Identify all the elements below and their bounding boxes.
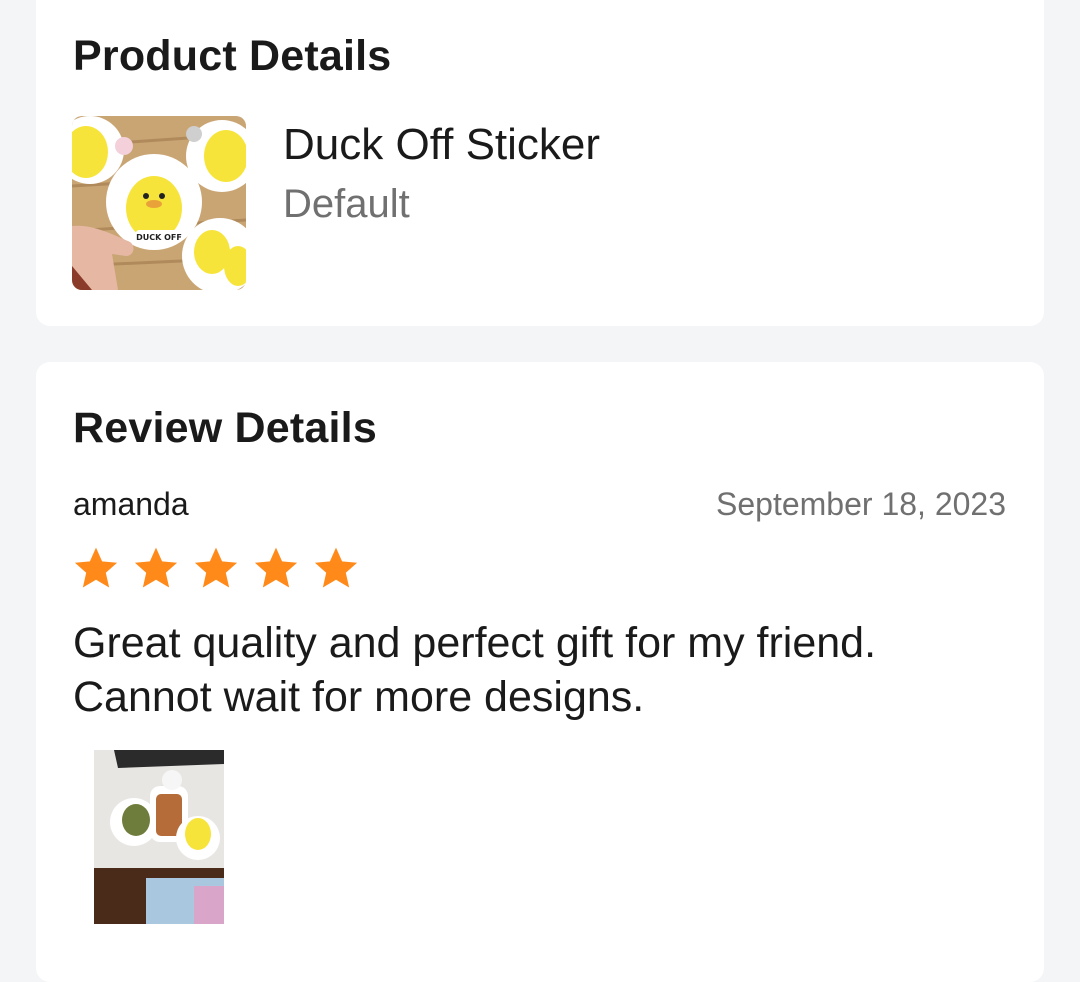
product-details-title: Product Details xyxy=(73,32,392,80)
review-details-card: Review Details amanda September 18, 2023… xyxy=(36,362,1044,982)
review-text: Great quality and perfect gift for my fr… xyxy=(73,619,877,721)
star-icon xyxy=(314,547,358,588)
review-date: September 18, 2023 xyxy=(716,486,1006,522)
thumbnail-sticker-text: DUCK OFF xyxy=(136,233,182,242)
product-thumbnail[interactable]: DUCK OFF xyxy=(72,116,246,290)
star-rating xyxy=(72,544,360,592)
product-variant: Default xyxy=(283,182,410,226)
product-details-card: Product Details DUCK OFF Duck Off Sticke… xyxy=(36,0,1044,326)
product-name[interactable]: Duck Off Sticker xyxy=(283,120,600,170)
reviewer-name: amanda xyxy=(73,486,189,522)
star-icon xyxy=(194,547,238,588)
star-icon xyxy=(74,547,118,588)
star-icon xyxy=(254,547,298,588)
review-details-title: Review Details xyxy=(73,404,377,452)
review-photo[interactable] xyxy=(94,750,224,924)
star-icon xyxy=(134,547,178,588)
